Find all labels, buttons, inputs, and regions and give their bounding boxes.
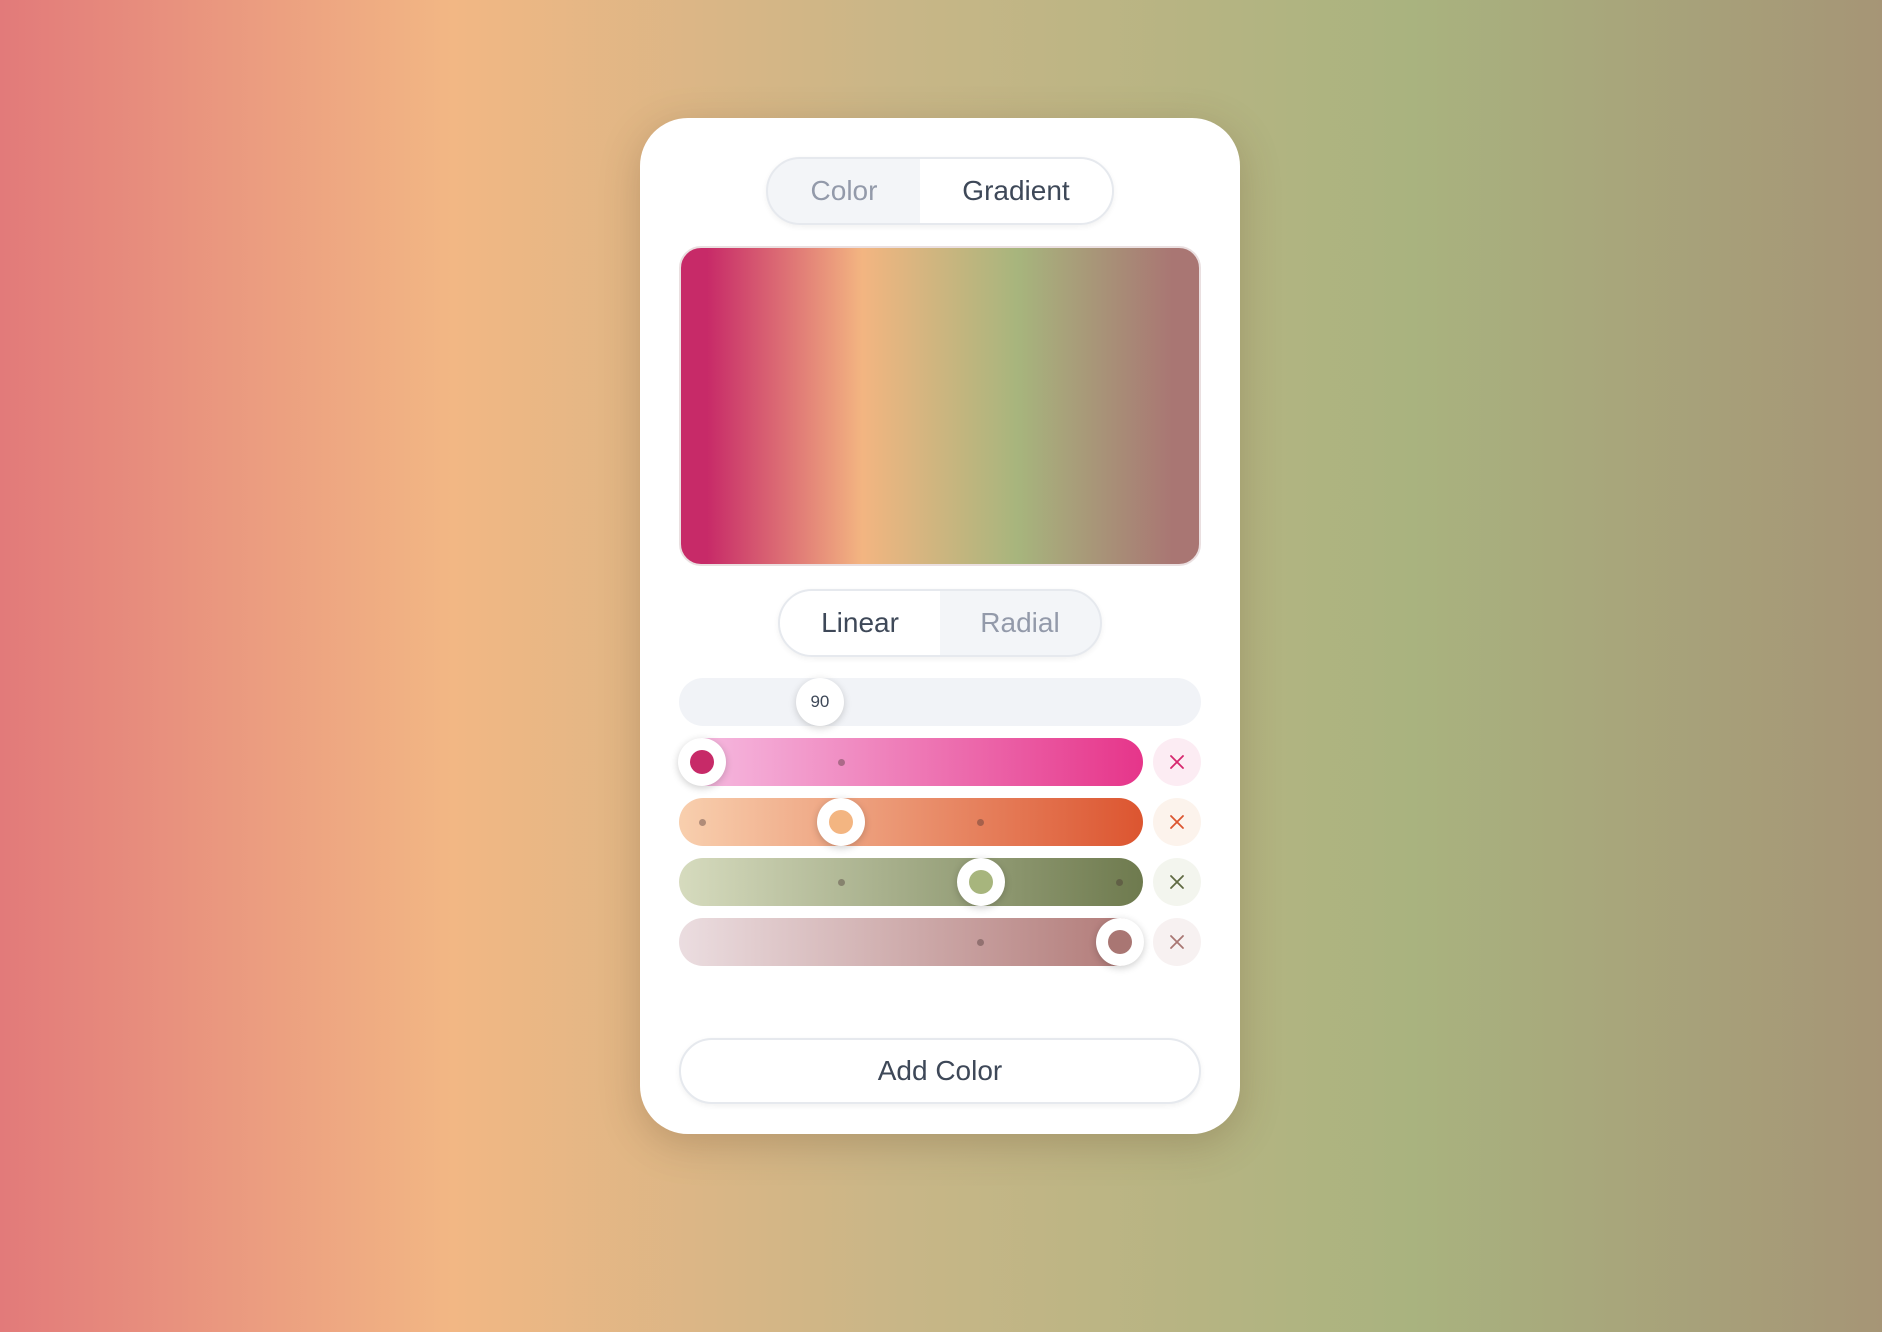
close-icon: [1170, 935, 1184, 949]
remove-stop-button[interactable]: [1153, 738, 1201, 786]
stop-position-tick: [977, 939, 985, 946]
close-icon: [1170, 875, 1184, 889]
color-stop-row: [679, 858, 1201, 906]
gradient-picker-card: Color Gradient Linear Radial 90 Add Colo…: [640, 118, 1240, 1134]
stop-position-tick: [977, 819, 985, 826]
close-icon: [1170, 755, 1184, 769]
stop-position-tick: [837, 879, 845, 886]
angle-slider-thumb[interactable]: 90: [795, 678, 844, 726]
color-stop-row: [678, 738, 1201, 786]
remove-stop-button[interactable]: [1153, 918, 1201, 966]
close-icon: [1170, 815, 1184, 829]
color-stop-swatch: [1107, 930, 1132, 954]
color-stop-track[interactable]: [678, 738, 1143, 786]
color-stop-thumb[interactable]: [678, 738, 727, 786]
color-stop-swatch: [690, 750, 715, 774]
gradient-preview: [679, 246, 1201, 566]
color-stop-swatch: [968, 870, 993, 894]
color-stop-row: [679, 918, 1201, 966]
add-color-button[interactable]: Add Color: [679, 1038, 1201, 1104]
gradient-mode-toggle: Linear Radial: [778, 589, 1102, 657]
color-stop-swatch: [829, 810, 854, 834]
color-stop-row: [679, 798, 1201, 846]
stop-position-tick: [698, 819, 706, 826]
angle-slider[interactable]: 90: [679, 678, 1201, 726]
mode-linear-button[interactable]: Linear: [780, 591, 940, 655]
color-stop-thumb[interactable]: [1095, 918, 1144, 966]
color-stop-track[interactable]: [679, 858, 1143, 906]
color-stop-track[interactable]: [679, 798, 1143, 846]
remove-stop-button[interactable]: [1153, 798, 1201, 846]
color-stop-thumb[interactable]: [817, 798, 866, 846]
type-toggle: Color Gradient: [766, 157, 1114, 225]
tab-gradient[interactable]: Gradient: [920, 159, 1112, 223]
remove-stop-button[interactable]: [1153, 858, 1201, 906]
tab-color[interactable]: Color: [768, 159, 920, 223]
color-stop-thumb[interactable]: [956, 858, 1005, 906]
stop-position-tick: [1116, 879, 1124, 886]
color-stop-track[interactable]: [679, 918, 1144, 966]
mode-radial-button[interactable]: Radial: [940, 591, 1100, 655]
stop-position-tick: [837, 759, 845, 766]
